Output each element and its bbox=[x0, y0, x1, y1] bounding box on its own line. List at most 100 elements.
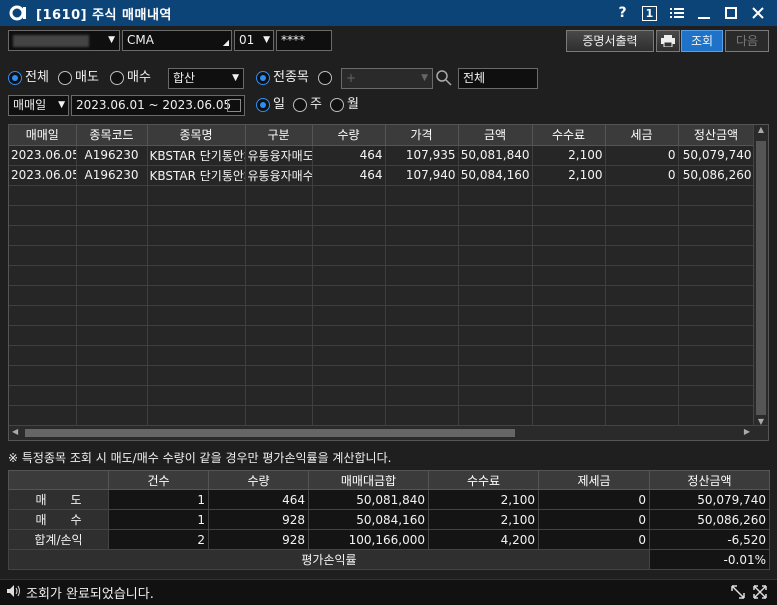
month-radio[interactable] bbox=[330, 98, 344, 112]
table-cell bbox=[312, 325, 386, 346]
table-row[interactable] bbox=[9, 265, 755, 286]
all-stocks-radio[interactable] bbox=[256, 71, 270, 85]
sum-select[interactable]: 합산 ▼ bbox=[168, 68, 244, 89]
table-cell bbox=[76, 265, 148, 286]
all-radio[interactable] bbox=[8, 71, 22, 85]
printer-icon[interactable] bbox=[656, 30, 680, 52]
password-field[interactable]: **** bbox=[276, 30, 332, 51]
table-cell bbox=[605, 265, 679, 286]
table-cell bbox=[458, 205, 533, 226]
calendar-icon[interactable] bbox=[227, 99, 241, 112]
scroll-right-icon[interactable]: ▶ bbox=[744, 427, 750, 436]
expand-icon[interactable] bbox=[753, 585, 767, 602]
table-cell: 0 bbox=[605, 145, 679, 166]
sell-radio[interactable] bbox=[58, 71, 72, 85]
table-cell bbox=[678, 365, 755, 386]
grid-header-cell[interactable]: 매매일 bbox=[9, 125, 77, 146]
single-stock-radio[interactable] bbox=[318, 71, 332, 85]
summary-header-cell: 수수료 bbox=[428, 470, 539, 490]
scroll-left-icon[interactable]: ◀ bbox=[12, 427, 18, 436]
table-row[interactable]: 2023.06.05 A196230 KBSTAR 단기통안채 유통융자매도 464 10… bbox=[9, 145, 755, 166]
table-cell bbox=[532, 265, 606, 286]
trade-grid[interactable]: 매매일 종목코드 종목명 구분 수량 가격 금액 수수료 세금 정산금액 2023.06.05 A1… bbox=[8, 124, 769, 441]
query-button[interactable]: 조회 bbox=[681, 30, 723, 52]
table-cell: 50,079,740 bbox=[678, 145, 755, 166]
week-radio[interactable] bbox=[293, 98, 307, 112]
table-row[interactable] bbox=[9, 205, 755, 226]
next-button[interactable]: 다음 bbox=[725, 30, 769, 52]
table-cell bbox=[9, 225, 77, 246]
grid-header-cell[interactable]: 세금 bbox=[605, 125, 679, 146]
vertical-scrollbar[interactable]: ▲ ▼ bbox=[753, 125, 768, 440]
date-type-select[interactable]: 매매일 ▼ bbox=[8, 95, 69, 116]
summary-header-cell: 정산금액 bbox=[649, 470, 770, 490]
table-row[interactable] bbox=[9, 345, 755, 366]
h-scroll-thumb[interactable] bbox=[25, 429, 515, 437]
summary-row-label: 매 수 bbox=[8, 509, 109, 530]
rate-value: -0.01% bbox=[649, 549, 770, 570]
table-row[interactable] bbox=[9, 185, 755, 206]
menu-icon[interactable] bbox=[663, 0, 690, 26]
table-cell bbox=[312, 365, 386, 386]
summary-cell: 50,086,260 bbox=[649, 509, 770, 530]
day-radio[interactable] bbox=[256, 98, 270, 112]
buy-radio[interactable] bbox=[110, 71, 124, 85]
table-cell bbox=[458, 265, 533, 286]
table-row[interactable]: 2023.06.05 A196230 KBSTAR 단기통안채 유통융자매수 464 10… bbox=[9, 165, 755, 186]
table-row[interactable] bbox=[9, 365, 755, 386]
table-cell: A196230 bbox=[76, 165, 148, 186]
table-row[interactable] bbox=[9, 225, 755, 246]
table-cell: 50,086,260 bbox=[678, 165, 755, 186]
shrink-icon[interactable] bbox=[731, 585, 745, 602]
table-cell bbox=[678, 265, 755, 286]
maximize-icon[interactable] bbox=[717, 0, 744, 26]
date-range-field[interactable]: 2023.06.01 ~ 2023.06.05 bbox=[71, 95, 245, 116]
summary-header-cell: 매매대금합 bbox=[308, 470, 429, 490]
grid-header-cell[interactable]: 정산금액 bbox=[678, 125, 755, 146]
table-row[interactable] bbox=[9, 405, 755, 426]
table-cell bbox=[147, 205, 246, 226]
table-cell bbox=[312, 205, 386, 226]
stock-name-field[interactable]: 전체 bbox=[458, 68, 538, 89]
table-row[interactable] bbox=[9, 385, 755, 406]
scroll-up-icon[interactable]: ▲ bbox=[754, 125, 768, 139]
account-type-field[interactable]: CMA ◢ bbox=[122, 30, 232, 51]
scroll-thumb[interactable] bbox=[756, 141, 766, 415]
close-icon[interactable] bbox=[744, 0, 771, 26]
table-cell bbox=[9, 385, 77, 406]
table-cell bbox=[605, 285, 679, 306]
table-cell: 107,940 bbox=[385, 165, 459, 186]
table-cell bbox=[9, 405, 77, 426]
table-row[interactable] bbox=[9, 305, 755, 326]
grid-header-cell[interactable]: 수량 bbox=[312, 125, 386, 146]
table-cell bbox=[678, 325, 755, 346]
print-certificate-button[interactable]: 증명서출력 bbox=[566, 30, 654, 52]
grid-header-cell[interactable]: 가격 bbox=[385, 125, 459, 146]
window-number-button[interactable]: 1 bbox=[636, 0, 663, 26]
table-cell bbox=[385, 185, 459, 206]
stock-code-field[interactable]: + ▼ bbox=[341, 68, 433, 89]
table-cell bbox=[245, 185, 313, 206]
grid-header-cell[interactable]: 금액 bbox=[458, 125, 533, 146]
grid-header-cell[interactable]: 종목코드 bbox=[76, 125, 148, 146]
sub-account-select[interactable]: 01 ▼ bbox=[234, 30, 274, 51]
table-cell bbox=[458, 305, 533, 326]
grid-header-cell[interactable]: 수수료 bbox=[532, 125, 606, 146]
account-number-select[interactable]: ▼ bbox=[8, 30, 120, 51]
table-cell: 2023.06.05 bbox=[9, 165, 77, 186]
summary-header-cell: 수량 bbox=[208, 470, 309, 490]
table-row[interactable] bbox=[9, 325, 755, 346]
table-row[interactable] bbox=[9, 285, 755, 306]
table-cell bbox=[312, 345, 386, 366]
search-icon[interactable] bbox=[436, 70, 454, 88]
app-logo-icon bbox=[8, 4, 30, 22]
table-cell bbox=[532, 285, 606, 306]
grid-header-cell[interactable]: 구분 bbox=[245, 125, 313, 146]
table-row[interactable] bbox=[9, 245, 755, 266]
table-cell bbox=[605, 225, 679, 246]
resize-corner-icon: ◢ bbox=[222, 38, 229, 47]
grid-header-cell[interactable]: 종목명 bbox=[147, 125, 246, 146]
help-button[interactable]: ? bbox=[609, 0, 636, 26]
horizontal-scrollbar[interactable]: ◀ ▶ bbox=[9, 425, 768, 440]
minimize-icon[interactable] bbox=[690, 0, 717, 26]
